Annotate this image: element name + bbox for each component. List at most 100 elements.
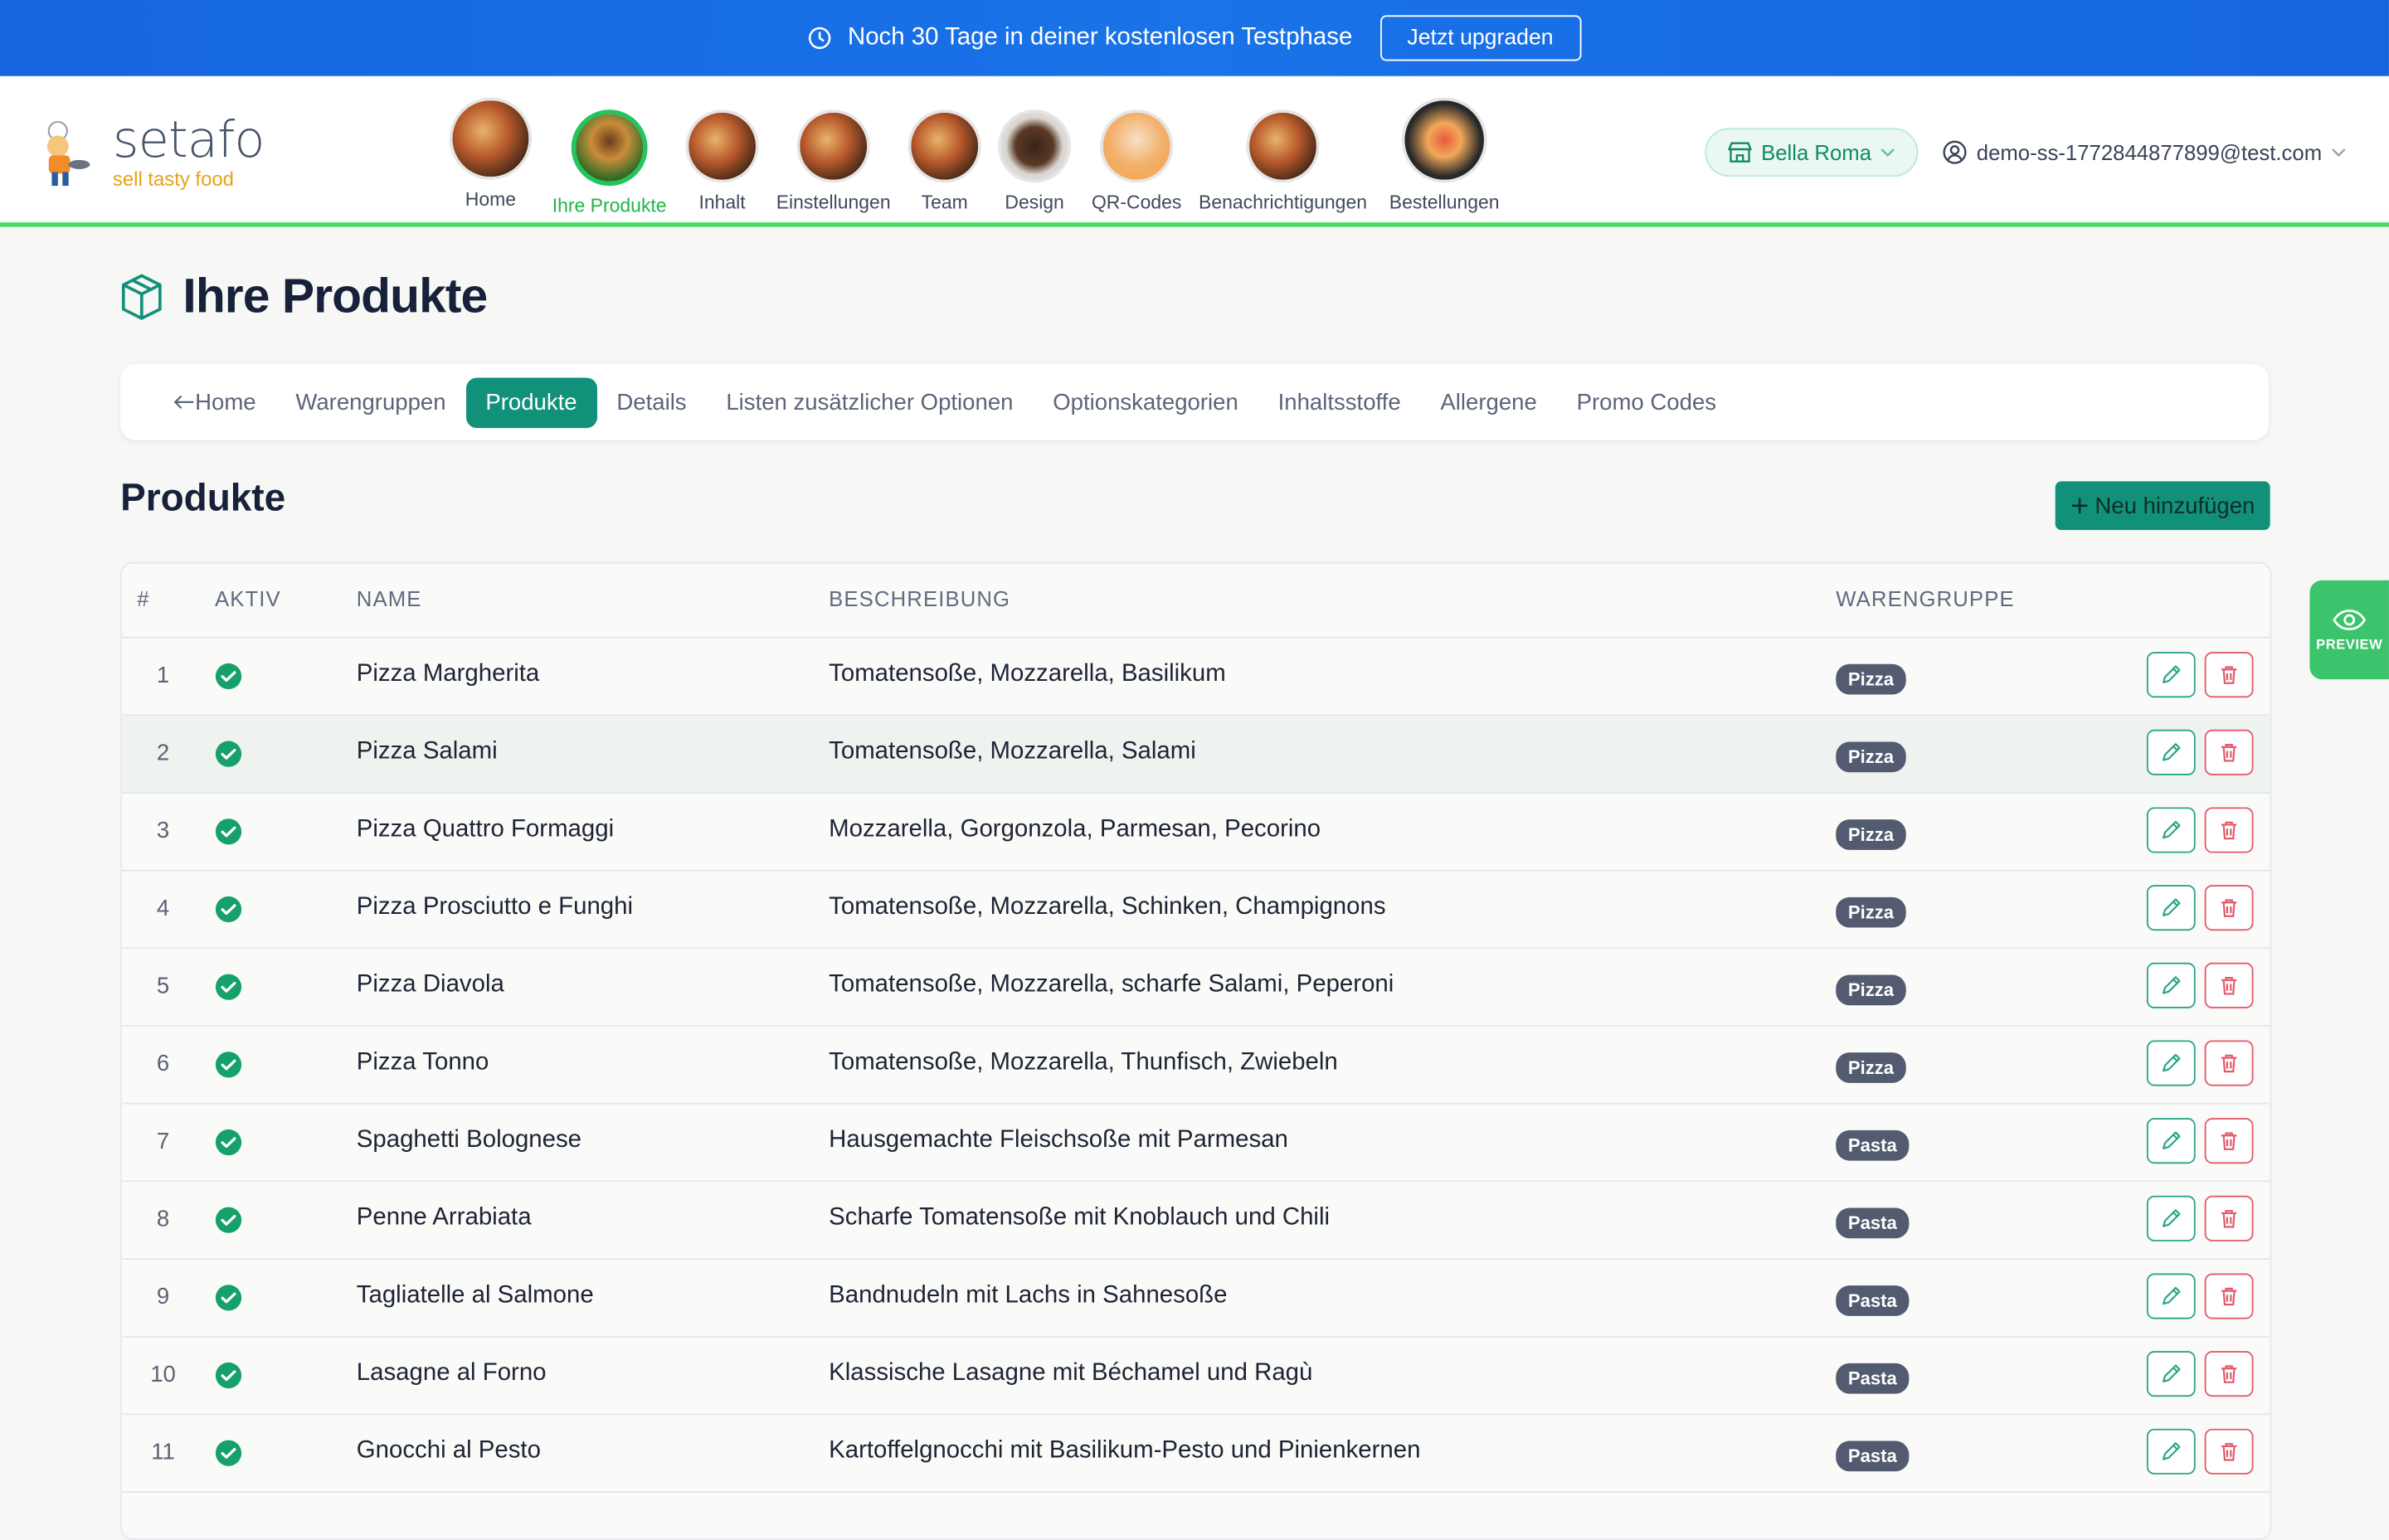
tab-details[interactable]: Details <box>596 377 706 428</box>
tab-optionskategorien[interactable]: Optionskategorien <box>1033 377 1258 428</box>
active-check-icon[interactable] <box>215 1440 242 1467</box>
chef-mascot-icon <box>46 119 90 186</box>
preview-button[interactable]: PREVIEW <box>2309 580 2389 680</box>
salad-thumb-icon <box>1246 109 1320 183</box>
table-row[interactable]: 4 Pizza Prosciutto e Funghi Tomatensoße, M… <box>121 872 2270 950</box>
salad-thumb-icon <box>796 109 870 183</box>
nav-ihre-produkte[interactable]: Ihre Produkte <box>539 95 679 216</box>
nav-einstellungen[interactable]: Einstellungen <box>765 95 902 213</box>
active-check-icon[interactable] <box>215 1051 242 1078</box>
edit-button[interactable] <box>2146 652 2196 698</box>
group-badge: Pasta <box>1836 1363 1910 1394</box>
row-number: 10 <box>150 1362 176 1388</box>
delete-button[interactable] <box>2204 1118 2254 1164</box>
table-row[interactable]: 9 Tagliatelle al Salmone Bandnudeln mit La… <box>121 1260 2270 1338</box>
edit-button[interactable] <box>2146 807 2196 853</box>
table-row[interactable]: 1 Pizza Margherita Tomatensoße, Mozzarella… <box>121 639 2270 717</box>
active-check-icon[interactable] <box>215 818 242 845</box>
brand-tagline: sell tasty food <box>112 168 234 191</box>
group-badge: Pizza <box>1836 819 1906 850</box>
table-row[interactable]: 5 Pizza Diavola Tomatensoße, Mozzarella, s… <box>121 949 2270 1027</box>
trash-icon <box>2221 1287 2237 1306</box>
row-number: 5 <box>156 973 170 999</box>
product-name: Pizza Prosciutto e Funghi <box>356 894 634 921</box>
store-selector[interactable]: Bella Roma <box>1705 128 1919 177</box>
edit-button[interactable] <box>2146 1195 2196 1241</box>
delete-button[interactable] <box>2204 962 2254 1008</box>
tab-inhaltsstoffe[interactable]: Inhaltsstoffe <box>1258 377 1421 428</box>
logo[interactable]: setafo sell tasty food <box>36 114 265 191</box>
group-badge: Pizza <box>1836 663 1906 695</box>
active-check-icon[interactable] <box>215 974 242 1001</box>
nav-benachrichtigungen[interactable]: Benachrichtigungen <box>1191 95 1374 213</box>
product-name: Spaghetti Bolognese <box>356 1127 582 1154</box>
row-number: 6 <box>156 1051 170 1077</box>
edit-button[interactable] <box>2146 962 2196 1008</box>
trash-icon <box>2221 666 2237 684</box>
nav-qr-codes[interactable]: QR-Codes <box>1082 95 1191 213</box>
active-check-icon[interactable] <box>215 1129 242 1156</box>
tab-warengruppen[interactable]: Warengruppen <box>275 377 465 428</box>
active-check-icon[interactable] <box>215 1284 242 1311</box>
nav-design[interactable]: Design <box>987 95 1082 213</box>
delete-button[interactable] <box>2204 729 2254 775</box>
trash-icon <box>2221 821 2237 840</box>
user-menu[interactable]: demo-ss-1772844877899@test.com <box>1943 140 2346 164</box>
nav-home[interactable]: Home <box>442 95 540 210</box>
tab-home[interactable]: Home <box>154 377 276 428</box>
edit-button[interactable] <box>2146 729 2196 775</box>
tab-promo-codes[interactable]: Promo Codes <box>1557 377 1736 428</box>
delete-button[interactable] <box>2204 652 2254 698</box>
delete-button[interactable] <box>2204 885 2254 931</box>
active-check-icon[interactable] <box>215 741 242 768</box>
add-product-button[interactable]: Neu hinzufügen <box>2055 481 2270 531</box>
table-row[interactable]: 11 Gnocchi al Pesto Kartoffelgnocchi mit B… <box>121 1415 2270 1493</box>
active-check-icon[interactable] <box>215 663 242 690</box>
table-row[interactable]: 10 Lasagne al Forno Klassische Lasagne mit… <box>121 1338 2270 1416</box>
product-name: Penne Arrabiata <box>356 1204 532 1232</box>
product-name: Gnocchi al Pesto <box>356 1437 541 1465</box>
salad-thumb-icon <box>907 109 981 183</box>
edit-button[interactable] <box>2146 1351 2196 1397</box>
active-check-icon[interactable] <box>215 1207 242 1234</box>
nav-inhalt[interactable]: Inhalt <box>679 95 765 213</box>
nav-bestellungen[interactable]: Bestellungen <box>1375 95 1515 213</box>
active-check-icon[interactable] <box>215 1362 242 1389</box>
edit-button[interactable] <box>2146 885 2196 931</box>
delete-button[interactable] <box>2204 1428 2254 1474</box>
row-number: 3 <box>156 818 170 844</box>
table-row[interactable]: 8 Penne Arrabiata Scharfe Tomatensoße mit … <box>121 1182 2270 1260</box>
edit-button[interactable] <box>2146 1273 2196 1319</box>
edit-button[interactable] <box>2146 1118 2196 1164</box>
upgrade-button[interactable]: Jetzt upgraden <box>1379 15 1581 61</box>
table-row[interactable]: 6 Pizza Tonno Tomatensoße, Mozzarella, Thu… <box>121 1027 2270 1105</box>
delete-button[interactable] <box>2204 1351 2254 1397</box>
pencil-icon <box>2163 1364 2181 1382</box>
delete-button[interactable] <box>2204 1195 2254 1241</box>
delete-button[interactable] <box>2204 1273 2254 1319</box>
pencil-icon <box>2163 1286 2181 1305</box>
table-row[interactable]: 2 Pizza Salami Tomatensoße, Mozzarella, Sa… <box>121 716 2270 794</box>
tab-allergene[interactable]: Allergene <box>1421 377 1557 428</box>
tab-produkte[interactable]: Produkte <box>465 376 597 428</box>
nav-team[interactable]: Team <box>902 95 987 213</box>
pizza-thumb-icon <box>449 97 533 180</box>
product-description: Klassische Lasagne mit Béchamel und Ragù <box>829 1360 1313 1387</box>
table-row[interactable]: 3 Pizza Quattro Formaggi Mozzarella, Gorgo… <box>121 794 2270 872</box>
tab-listen-optionen[interactable]: Listen zusätzlicher Optionen <box>706 377 1033 428</box>
product-description: Tomatensoße, Mozzarella, Salami <box>829 738 1196 765</box>
table-row[interactable]: 7 Spaghetti Bolognese Hausgemachte Fleisch… <box>121 1105 2270 1183</box>
active-check-icon[interactable] <box>215 896 242 923</box>
pencil-icon <box>2163 1442 2181 1460</box>
trial-banner: Noch 30 Tage in deiner kostenlosen Testp… <box>0 0 2389 76</box>
row-number: 2 <box>156 740 170 766</box>
row-number: 9 <box>156 1284 170 1310</box>
sub-nav-tabs: Home Warengruppen Produkte Details Liste… <box>120 363 2269 440</box>
edit-button[interactable] <box>2146 1040 2196 1086</box>
product-description: Scharfe Tomatensoße mit Knoblauch und Ch… <box>829 1204 1331 1232</box>
product-description: Tomatensoße, Mozzarella, Thunfisch, Zwie… <box>829 1049 1338 1076</box>
group-badge: Pasta <box>1836 1440 1910 1472</box>
delete-button[interactable] <box>2204 807 2254 853</box>
delete-button[interactable] <box>2204 1040 2254 1086</box>
edit-button[interactable] <box>2146 1428 2196 1474</box>
